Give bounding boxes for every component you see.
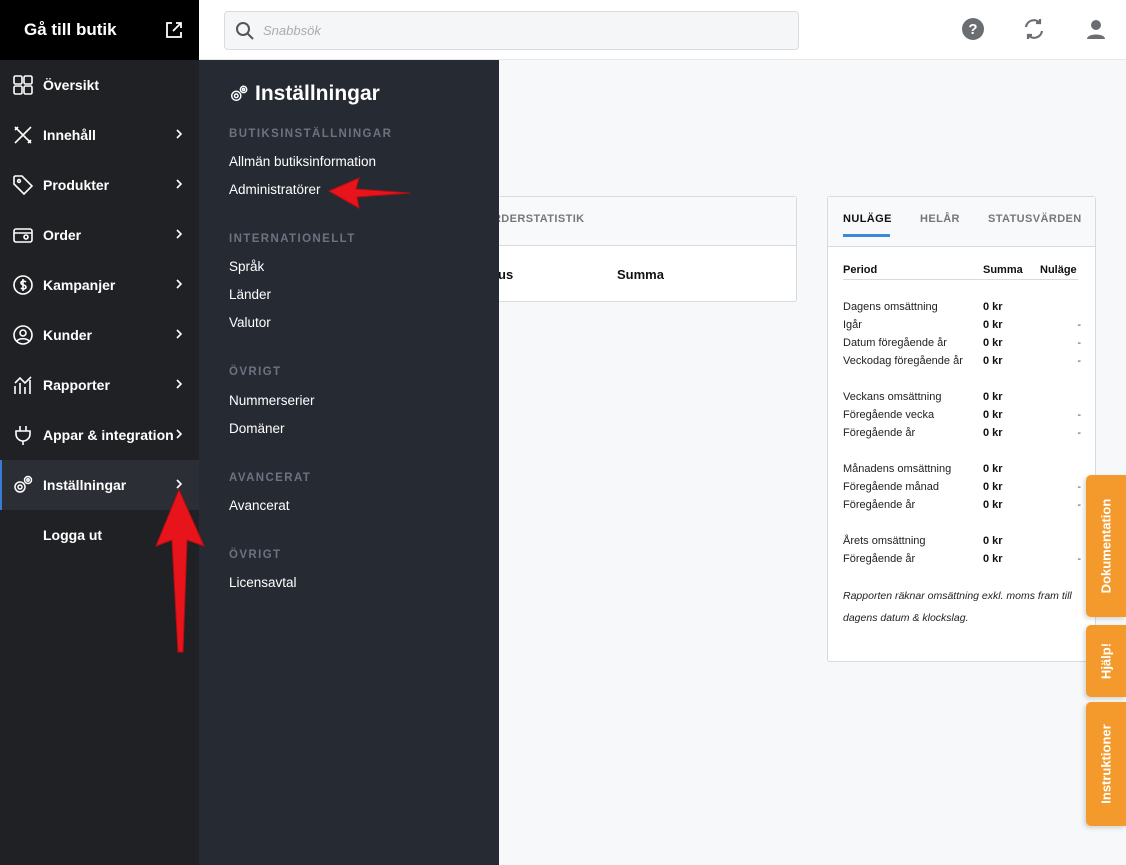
order-statistics-header: ORDERSTATISTIK (484, 197, 796, 246)
sidebar-item-produkter[interactable]: Produkter (0, 160, 199, 210)
red-arrow-up-icon (155, 488, 205, 653)
tag-icon (12, 174, 34, 196)
menu-link-valutor[interactable]: Valutor (229, 315, 271, 330)
sidebar-item-label: Översikt (43, 77, 100, 93)
tab-helar[interactable]: HELÅR (920, 213, 960, 225)
table-row: Dagens omsättning 0 kr (843, 301, 1003, 313)
chevron-right-icon (176, 179, 183, 189)
table-row: Föregående år 0 kr - (843, 553, 1081, 565)
chevron-right-icon (176, 229, 183, 239)
table-row: Månadens omsättning 0 kr (843, 463, 1003, 475)
svg-text:?: ? (968, 21, 977, 38)
main-sidebar: Gå till butik Översikt Innehåll Produkte… (0, 0, 199, 865)
menu-link-administratorer[interactable]: Administratörer (229, 182, 321, 197)
chevron-right-icon (176, 429, 183, 439)
table-row: Igår 0 kr - (843, 319, 1081, 331)
sidebar-item-label: Kampanjer (43, 277, 116, 293)
menu-link-sprak[interactable]: Språk (229, 259, 264, 274)
chevron-right-icon (176, 329, 183, 339)
column-summa: Summa (983, 264, 1023, 276)
report-note: Rapporten räknar omsättning exkl. moms f… (843, 590, 1072, 624)
go-to-store-link[interactable]: Gå till butik (0, 0, 199, 60)
dollar-badge-icon (12, 274, 34, 296)
chevron-right-icon (176, 379, 183, 389)
menu-link-avancerat[interactable]: Avancerat (229, 498, 290, 513)
gears-icon (12, 474, 34, 496)
instructions-tab[interactable]: Instruktioner (1086, 702, 1126, 826)
dashboard-icon (12, 74, 34, 96)
section-heading: ÖVRIGT (229, 549, 282, 561)
sidebar-item-appar[interactable]: Appar & integration (0, 410, 199, 460)
column-status: us (498, 267, 514, 282)
flyout-title: Inställningar (229, 82, 380, 106)
sidebar-item-innehall[interactable]: Innehåll (0, 110, 199, 160)
menu-link-domaner[interactable]: Domäner (229, 421, 285, 436)
sidebar-item-kampanjer[interactable]: Kampanjer (0, 260, 199, 310)
column-nulage: Nuläge (1040, 264, 1077, 276)
user-icon[interactable] (1084, 17, 1108, 41)
sidebar-item-label: Kunder (43, 327, 92, 343)
documentation-tab[interactable]: Dokumentation (1086, 475, 1126, 617)
tab-nulage[interactable]: NULÄGE (843, 213, 892, 225)
table-row: Föregående vecka 0 kr - (843, 409, 1081, 421)
section-heading: AVANCERAT (229, 472, 312, 484)
table-row: Föregående månad 0 kr - (843, 481, 1081, 493)
user-circle-icon (12, 324, 34, 346)
table-row: Årets omsättning 0 kr (843, 535, 1003, 547)
sales-card-header: NULÄGE HELÅR STATUSVÄRDEN (828, 197, 1095, 247)
tab-statusvarden[interactable]: STATUSVÄRDEN (988, 213, 1082, 225)
menu-link-licensavtal[interactable]: Licensavtal (229, 575, 297, 590)
sidebar-item-label: Logga ut (43, 527, 103, 543)
documentation-tab-label: Dokumentation (1098, 498, 1114, 594)
sales-card: NULÄGE HELÅR STATUSVÄRDEN Period Summa N… (827, 196, 1096, 662)
help-tab[interactable]: Hjälp! (1086, 625, 1126, 697)
sidebar-item-label: Order (43, 227, 82, 243)
sidebar-item-order[interactable]: Order (0, 210, 199, 260)
plug-icon (12, 424, 34, 446)
pencil-ruler-icon (12, 124, 34, 146)
table-row: Veckans omsättning 0 kr (843, 391, 1003, 403)
table-row: Föregående år 0 kr - (843, 427, 1081, 439)
sidebar-item-rapporter[interactable]: Rapporter (0, 360, 199, 410)
order-statistics-card: ORDERSTATISTIK us Summa (484, 196, 797, 302)
sidebar-item-oversikt[interactable]: Översikt (0, 60, 199, 110)
sidebar-item-label: Rapporter (43, 377, 110, 393)
instructions-tab-label: Instruktioner (1098, 724, 1114, 804)
external-link-icon (166, 22, 182, 38)
section-heading: ÖVRIGT (229, 366, 282, 378)
red-arrow-left-icon (327, 177, 411, 209)
sidebar-item-label: Produkter (43, 177, 110, 193)
flyout-title-text: Inställningar (255, 82, 380, 105)
sidebar-item-label: Appar & integration (43, 427, 174, 443)
table-row: Datum föregående år 0 kr - (843, 337, 1081, 349)
column-period: Period (843, 264, 878, 276)
quick-search[interactable] (224, 11, 799, 50)
table-row: Veckodag föregående år 0 kr - (843, 355, 1081, 367)
menu-link-allman-butiksinformation[interactable]: Allmän butiksinformation (229, 154, 376, 169)
go-to-store-label: Gå till butik (24, 20, 117, 39)
gears-icon (231, 85, 248, 102)
sync-icon[interactable] (1022, 17, 1046, 41)
section-heading: BUTIKSINSTÄLLNINGAR (229, 128, 393, 140)
search-icon (236, 21, 254, 40)
section-heading: INTERNATIONELLT (229, 233, 356, 245)
divider (843, 279, 1078, 280)
sidebar-item-label: Innehåll (43, 127, 96, 143)
search-input[interactable] (263, 23, 763, 38)
help-tab-label: Hjälp! (1098, 642, 1114, 680)
menu-link-nummerserier[interactable]: Nummerserier (229, 393, 315, 408)
chevron-right-icon (176, 279, 183, 289)
help-icon[interactable]: ? (961, 17, 985, 41)
table-row: Föregående år 0 kr - (843, 499, 1081, 511)
active-tab-indicator (843, 234, 890, 237)
sidebar-item-kunder[interactable]: Kunder (0, 310, 199, 360)
wallet-icon (12, 224, 34, 246)
sidebar-item-label: Inställningar (43, 477, 127, 493)
tab-orderstatistik[interactable]: ORDERSTATISTIK (484, 213, 585, 225)
chart-icon (12, 374, 34, 396)
column-summa: Summa (617, 267, 664, 282)
chevron-right-icon (176, 129, 183, 139)
top-bar: ? (199, 0, 1126, 60)
menu-link-lander[interactable]: Länder (229, 287, 271, 302)
